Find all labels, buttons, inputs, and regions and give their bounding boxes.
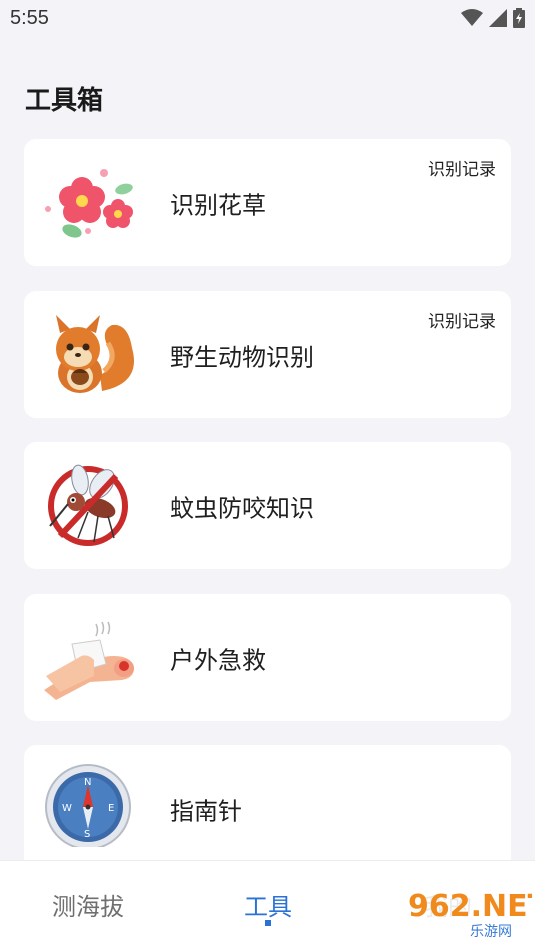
compass-icon: N S W E [45, 764, 131, 847]
tool-card-plant-id[interactable]: 识别花草 识别记录 [24, 139, 511, 266]
status-bar: 5:55 [0, 0, 535, 38]
page-title: 工具箱 [25, 86, 104, 116]
wifi-icon [461, 9, 483, 26]
tool-label: 指南针 [170, 797, 242, 825]
status-time: 5:55 [10, 7, 49, 29]
tool-card-first-aid[interactable]: 户外急救 [24, 594, 511, 721]
tool-card-wildlife-id[interactable]: 野生动物识别 识别记录 [24, 291, 511, 418]
record-link[interactable]: 识别记录 [428, 155, 496, 180]
active-tab-indicator [265, 920, 271, 926]
svg-text:W: W [62, 803, 72, 814]
tool-label: 野生动物识别 [170, 343, 314, 371]
tab-altitude[interactable]: 测海拔 [52, 887, 124, 922]
tool-card-mosquito-tips[interactable]: 蚊虫防咬知识 [24, 442, 511, 569]
svg-text:S: S [84, 829, 90, 840]
battery-icon [513, 8, 525, 28]
tool-card-compass[interactable]: N S W E 指南针 [24, 745, 511, 872]
first-aid-hand-icon [44, 621, 134, 700]
no-mosquito-icon [48, 464, 128, 546]
status-icons [461, 8, 525, 28]
tool-label: 识别花草 [170, 191, 266, 219]
watermark-main: 962.NET [408, 889, 532, 924]
cell-signal-icon [489, 9, 507, 27]
flower-icon [45, 169, 133, 238]
tab-tools[interactable]: 工具 [244, 887, 292, 922]
tool-label: 户外急救 [170, 646, 266, 674]
tool-label: 蚊虫防咬知识 [170, 494, 314, 522]
squirrel-icon [56, 315, 134, 393]
watermark-sub: 乐游网 [470, 924, 512, 940]
svg-text:E: E [108, 803, 114, 814]
record-link[interactable]: 识别记录 [428, 307, 496, 332]
watermark-logo: 962.NET 乐游网 [398, 878, 532, 942]
